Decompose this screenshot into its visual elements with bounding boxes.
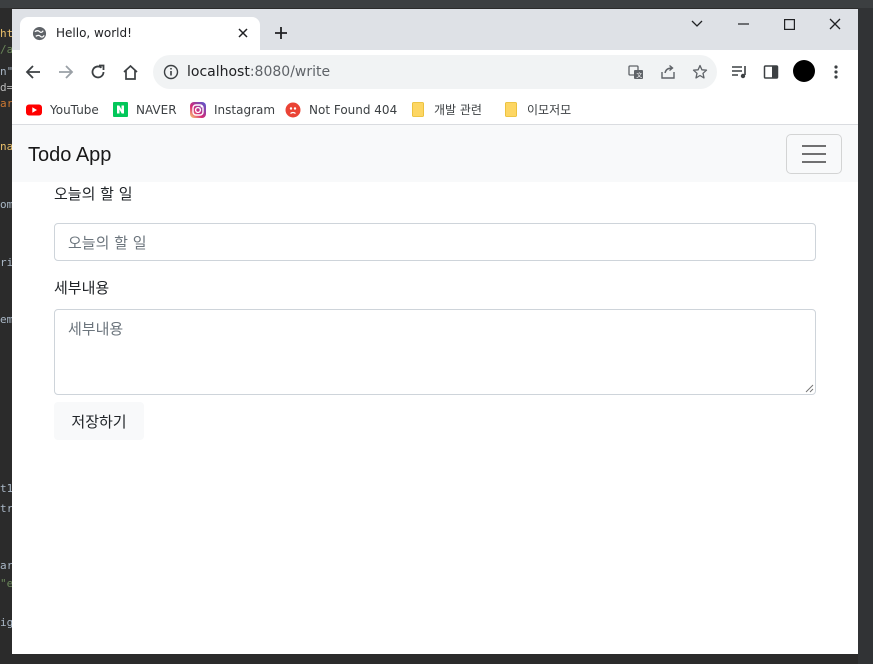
bookmark-label: Instagram: [214, 102, 276, 117]
detail-label: 세부내용: [54, 279, 110, 297]
profile-avatar[interactable]: [793, 60, 815, 82]
url-text[interactable]: localhost:8080/write: [187, 64, 330, 80]
bookmark-label: Not Found 404: [309, 102, 398, 117]
browser-toolbar: localhost:8080/write 文: [12, 50, 858, 94]
hamburger-icon: [802, 145, 826, 163]
title-placeholder: 오늘의 할 일: [68, 234, 147, 252]
share-icon[interactable]: [659, 63, 677, 81]
bookmark-label: 이모저모: [527, 103, 572, 117]
url-path: :8080/write: [249, 64, 331, 80]
media-control-icon[interactable]: [727, 60, 751, 84]
save-button[interactable]: 저장하기: [54, 402, 144, 440]
tab-title: Hello, world!: [56, 26, 132, 40]
close-window-icon[interactable]: [812, 9, 858, 39]
page-viewport: Todo App 오늘의 할 일 오늘의 할 일 세부내용 세부내용 저장하기: [12, 125, 858, 654]
site-info-icon[interactable]: [163, 64, 179, 80]
folder-icon: [503, 102, 519, 118]
bookmark-not-found-404[interactable]: Not Found 404: [285, 101, 397, 118]
svg-text:文: 文: [636, 72, 642, 80]
back-icon[interactable]: [21, 60, 45, 84]
minimize-icon[interactable]: [720, 9, 766, 39]
detail-textarea[interactable]: 세부내용: [54, 309, 816, 395]
bookmark-folder-dev[interactable]: 개발 관련: [410, 101, 482, 118]
title-label: 오늘의 할 일: [54, 185, 133, 203]
title-input[interactable]: 오늘의 할 일: [54, 223, 816, 261]
tab-strip: Hello, world!: [12, 9, 858, 50]
globe-icon: [32, 26, 47, 41]
navbar: Todo App: [12, 125, 858, 182]
home-icon[interactable]: [118, 60, 142, 84]
bookmark-naver[interactable]: NAVER: [112, 101, 177, 118]
youtube-icon: [26, 102, 42, 118]
bookmark-label: NAVER: [136, 102, 177, 117]
bookmarks-bar: YouTube NAVER Instagram Not Found 404 개발…: [12, 94, 858, 125]
resize-grip-icon[interactable]: [805, 384, 814, 393]
editor-scrollbar[interactable]: [858, 8, 873, 664]
maximize-icon[interactable]: [766, 9, 812, 39]
close-tab-icon[interactable]: [234, 24, 252, 42]
notfound-icon: [285, 102, 301, 118]
new-tab-icon[interactable]: [270, 22, 292, 44]
side-panel-icon[interactable]: [759, 60, 783, 84]
navbar-toggler-button[interactable]: [786, 134, 842, 174]
bookmark-label: 개발 관련: [434, 103, 482, 117]
navbar-brand[interactable]: Todo App: [28, 143, 111, 167]
browser-tab[interactable]: Hello, world!: [20, 17, 260, 50]
bookmark-label: YouTube: [50, 102, 99, 117]
translate-icon[interactable]: 文: [627, 63, 645, 81]
naver-icon: [112, 102, 128, 118]
url-host: localhost: [187, 64, 250, 80]
instagram-icon: [190, 101, 206, 118]
reload-icon[interactable]: [86, 60, 110, 84]
editor-top-strip: [0, 0, 873, 8]
folder-icon: [410, 102, 426, 118]
tab-search-icon[interactable]: [674, 9, 720, 39]
star-icon[interactable]: [691, 63, 709, 81]
bookmark-youtube[interactable]: YouTube: [26, 101, 99, 118]
bookmark-instagram[interactable]: Instagram: [190, 101, 275, 118]
chrome-menu-icon[interactable]: [824, 60, 848, 84]
address-bar[interactable]: localhost:8080/write 文: [153, 55, 717, 89]
bookmark-folder-misc[interactable]: 이모저모: [503, 101, 571, 118]
detail-placeholder: 세부내용: [68, 320, 124, 338]
forward-icon[interactable]: [54, 60, 78, 84]
browser-window: Hello, world! localhost:8080/write 文 You…: [12, 9, 858, 654]
